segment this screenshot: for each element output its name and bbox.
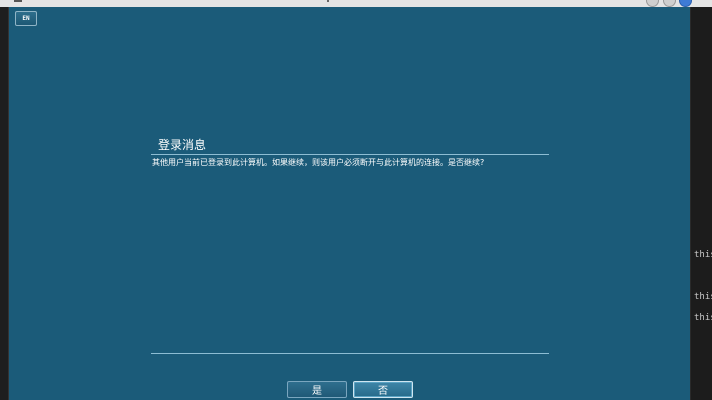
language-button[interactable]: EN	[15, 11, 37, 26]
terminal-panel: this this this	[690, 7, 712, 400]
terminal-line: this	[694, 292, 712, 302]
no-button[interactable]: 否	[353, 381, 413, 398]
remote-session-viewer: EN 登录消息 其他用户当前已登录到此计算机。如果继续，则该用户必须断开与此计算…	[9, 7, 690, 400]
terminal-line: this	[694, 250, 712, 260]
terminal-line: this	[694, 313, 712, 323]
maximize-button[interactable]	[663, 0, 676, 7]
dialog-title: 登录消息	[158, 138, 207, 152]
dialog-message: 其他用户当前已登录到此计算机。如果继续，则该用户必须断开与此计算机的连接。是否继…	[152, 158, 485, 167]
yes-button[interactable]: 是	[287, 381, 347, 398]
minimize-button[interactable]	[646, 0, 659, 7]
menu-icon[interactable]	[14, 0, 22, 2]
footer-divider	[151, 353, 549, 354]
close-button[interactable]	[679, 0, 692, 7]
left-window-frame	[0, 7, 9, 400]
title-divider	[151, 154, 549, 155]
title-dot	[327, 0, 329, 2]
